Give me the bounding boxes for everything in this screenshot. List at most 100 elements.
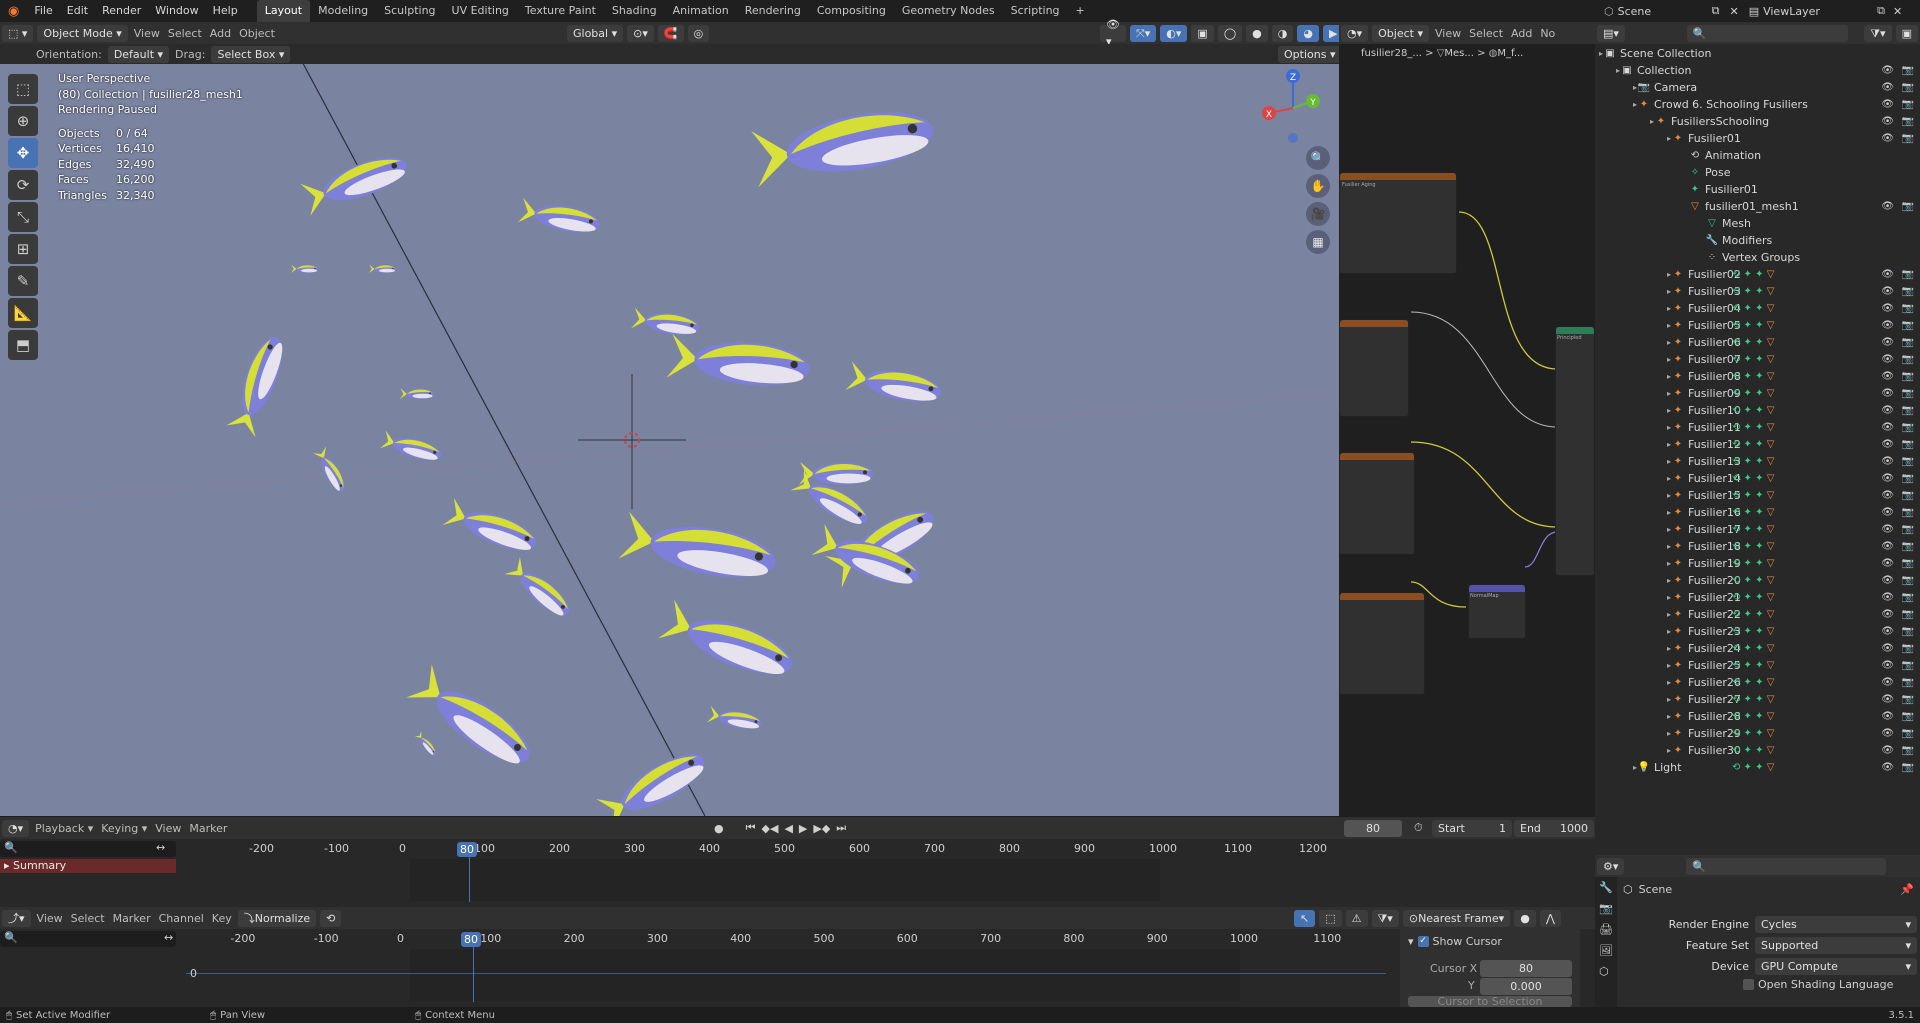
render-camera-icon[interactable]: 📷 xyxy=(1902,99,1914,110)
tab-texture-paint[interactable]: Texture Paint xyxy=(517,0,604,22)
show-cursor-checkbox[interactable]: ✓ xyxy=(1417,936,1429,947)
expand-arrow-icon[interactable]: ▸ xyxy=(1595,695,1671,704)
pivot-point-dropdown[interactable]: ⊙ Nearest Frame ▾ xyxy=(1402,909,1511,927)
orientation-dropdown[interactable]: Default ▾ xyxy=(107,45,170,63)
move-tool-icon[interactable]: ✥ xyxy=(8,138,38,168)
fish-model[interactable] xyxy=(630,307,701,338)
fish-model[interactable] xyxy=(312,446,349,494)
visibility-eye-icon[interactable]: 👁 xyxy=(1881,660,1894,671)
auto-normalize-icon[interactable]: ⟲ xyxy=(320,909,342,927)
visibility-eye-icon[interactable]: 👁 xyxy=(1881,558,1894,569)
gizmo-toggle-icon[interactable]: ⤧▾ xyxy=(1129,24,1157,42)
cursor-to-selection-button[interactable]: Cursor to Selection xyxy=(1408,996,1572,1007)
timeline-editor-type-icon[interactable]: ◔▾ xyxy=(2,819,30,837)
drag-dropdown[interactable]: Select Box ▾ xyxy=(211,45,291,63)
visibility-eye-icon[interactable]: 👁 xyxy=(1881,201,1894,212)
expand-arrow-icon[interactable]: ▸ xyxy=(1595,287,1671,296)
tab-geometry-nodes[interactable]: Geometry Nodes xyxy=(894,0,1003,22)
expand-arrow-icon[interactable]: ▸ xyxy=(1595,49,1603,58)
normalize-toggle[interactable]: ⤵ Normalize xyxy=(237,909,317,927)
fish-model[interactable] xyxy=(657,599,799,685)
visibility-eye-icon[interactable]: 👁 xyxy=(1881,677,1894,688)
visibility-eye-icon[interactable]: 👁 xyxy=(1881,405,1894,416)
outliner-row[interactable]: ⁘ Vertex Groups xyxy=(1595,249,1920,266)
fish-model[interactable] xyxy=(400,388,434,400)
expand-arrow-icon[interactable]: ▸ xyxy=(1595,321,1671,330)
blender-logo-icon[interactable]: ◉ xyxy=(0,4,27,19)
hidden-icon[interactable]: ⬚ xyxy=(1319,909,1342,927)
end-frame-field[interactable]: End 1000 xyxy=(1514,820,1594,837)
expand-arrow-icon[interactable]: ▸ xyxy=(1595,372,1671,381)
outliner-row[interactable]: ▸ ✦ Fusilier16 ⟲ ✦ ✦ ▽ 👁 📷 xyxy=(1595,504,1920,521)
graph-key-menu[interactable]: Key xyxy=(208,912,236,925)
outliner-row[interactable]: ▸ ✦ Fusilier25 ⟲ ✦ ✦ ▽ 👁 📷 xyxy=(1595,657,1920,674)
tab-modeling[interactable]: Modeling xyxy=(310,0,376,22)
editor-type-button[interactable]: ⬚ ▾ xyxy=(2,24,34,42)
fish-model[interactable] xyxy=(666,333,811,390)
rotate-tool-icon[interactable]: ⟳ xyxy=(8,170,38,200)
visibility-eye-icon[interactable]: 👁 xyxy=(1881,575,1894,586)
expand-arrow-icon[interactable]: ▸ xyxy=(1595,678,1671,687)
tool-tab-icon[interactable]: 🔧 xyxy=(1595,877,1617,898)
node-object-dropdown[interactable]: Object ▾ xyxy=(1372,24,1429,42)
fish-model[interactable] xyxy=(291,264,318,273)
render-camera-icon[interactable]: 📷 xyxy=(1902,320,1914,331)
scale-tool-icon[interactable]: ⤡ xyxy=(8,202,38,232)
image-texture-node-3[interactable] xyxy=(1339,452,1415,555)
object-menu[interactable]: Object xyxy=(235,27,279,40)
outliner-row[interactable]: ▸ ✦ Fusilier08 ⟲ ✦ ✦ ▽ 👁 📷 xyxy=(1595,368,1920,385)
outliner-row[interactable]: ▸ ✦ Fusilier03 ⟲ ✦ ✦ ▽ 👁 📷 xyxy=(1595,283,1920,300)
fish-model[interactable] xyxy=(379,430,444,464)
expand-arrow-icon[interactable]: ▸ xyxy=(1595,117,1654,126)
pan-hand-icon[interactable]: ✋ xyxy=(1306,174,1330,198)
graph-editor[interactable]: ⤴▾ View Select Marker Channel Key ⤵ Norm… xyxy=(0,907,1595,1007)
image-texture-node[interactable]: Fusilier Aging xyxy=(1339,172,1457,274)
view-layer-name[interactable]: ViewLayer xyxy=(1763,5,1873,18)
view-menu[interactable]: View xyxy=(130,27,164,40)
breadcrumb-mesh[interactable]: Mes... xyxy=(1444,48,1474,59)
outliner-row[interactable]: ▸ ✦ Fusilier27 ⟲ ✦ ✦ ▽ 👁 📷 xyxy=(1595,691,1920,708)
node-add-menu[interactable]: Add xyxy=(1507,27,1536,40)
expand-arrow-icon[interactable]: ▸ xyxy=(1595,508,1671,517)
visibility-eye-icon[interactable]: 👁 xyxy=(1881,524,1894,535)
breadcrumb-object[interactable]: fusilier28_... xyxy=(1361,48,1422,59)
curve-icon[interactable]: ⋀ xyxy=(1539,909,1561,927)
visibility-eye-icon[interactable]: 👁 xyxy=(1881,626,1894,637)
only-selected-icon[interactable]: ↖ xyxy=(1294,909,1316,927)
timeline-marker-menu[interactable]: Marker xyxy=(185,822,231,835)
output-tab-icon[interactable]: 🖨 xyxy=(1595,919,1617,940)
tab-compositing[interactable]: Compositing xyxy=(809,0,894,22)
render-camera-icon[interactable]: 📷 xyxy=(1902,286,1914,297)
graph-marker-menu[interactable]: Marker xyxy=(109,912,155,925)
graph-search-input[interactable]: 🔍 xyxy=(0,931,176,947)
collapse-icon[interactable]: ▾ xyxy=(1408,935,1414,948)
render-camera-icon[interactable]: 📷 xyxy=(1902,524,1914,535)
measure-tool-icon[interactable]: 📐 xyxy=(8,298,38,328)
next-keyframe-icon[interactable]: ▶◆ xyxy=(813,822,830,835)
fish-model[interactable] xyxy=(618,511,779,586)
timer-icon[interactable]: ⏱ xyxy=(1414,821,1423,835)
outliner-row[interactable]: ▸ ✦ FusiliersSchooling 👁 📷 xyxy=(1595,113,1920,130)
render-camera-icon[interactable]: 📷 xyxy=(1902,439,1914,450)
expand-arrow-icon[interactable]: ▸ xyxy=(1595,474,1671,483)
outliner-type-icon[interactable]: ▤▾ xyxy=(1597,24,1625,42)
expand-arrow-icon[interactable]: ▸ xyxy=(1595,355,1671,364)
render-camera-icon[interactable]: 📷 xyxy=(1902,337,1914,348)
visibility-eye-icon[interactable]: 👁 xyxy=(1881,728,1894,739)
tab-sculpting[interactable]: Sculpting xyxy=(376,0,443,22)
graph-sync-icon[interactable]: ↔ xyxy=(164,931,173,944)
expand-arrow-icon[interactable]: ▸ xyxy=(1595,627,1671,636)
add-workspace-icon[interactable]: + xyxy=(1068,0,1093,22)
xray-icon[interactable]: ▣ xyxy=(1191,24,1214,42)
expand-arrow-icon[interactable]: ▸ xyxy=(1595,83,1637,92)
tab-scripting[interactable]: Scripting xyxy=(1003,0,1068,22)
graph-select-menu[interactable]: Select xyxy=(67,912,109,925)
feature-set-dropdown[interactable]: Supported ▾ xyxy=(1755,937,1917,954)
outliner[interactable]: ▸ ▣ Scene Collection ▸ ▣ Collection 👁 📷 ▸ 📷 Cam… xyxy=(1595,44,1920,866)
visibility-eye-icon[interactable]: 👁 xyxy=(1881,473,1894,484)
graph-frame-indicator[interactable]: 80 xyxy=(461,932,481,947)
new-scene-icon[interactable]: ⧉ xyxy=(1708,4,1724,18)
visibility-eye-icon[interactable]: 👁 xyxy=(1881,354,1894,365)
visibility-eye-icon[interactable]: 👁 xyxy=(1881,609,1894,620)
image-texture-node-2[interactable] xyxy=(1339,319,1409,417)
